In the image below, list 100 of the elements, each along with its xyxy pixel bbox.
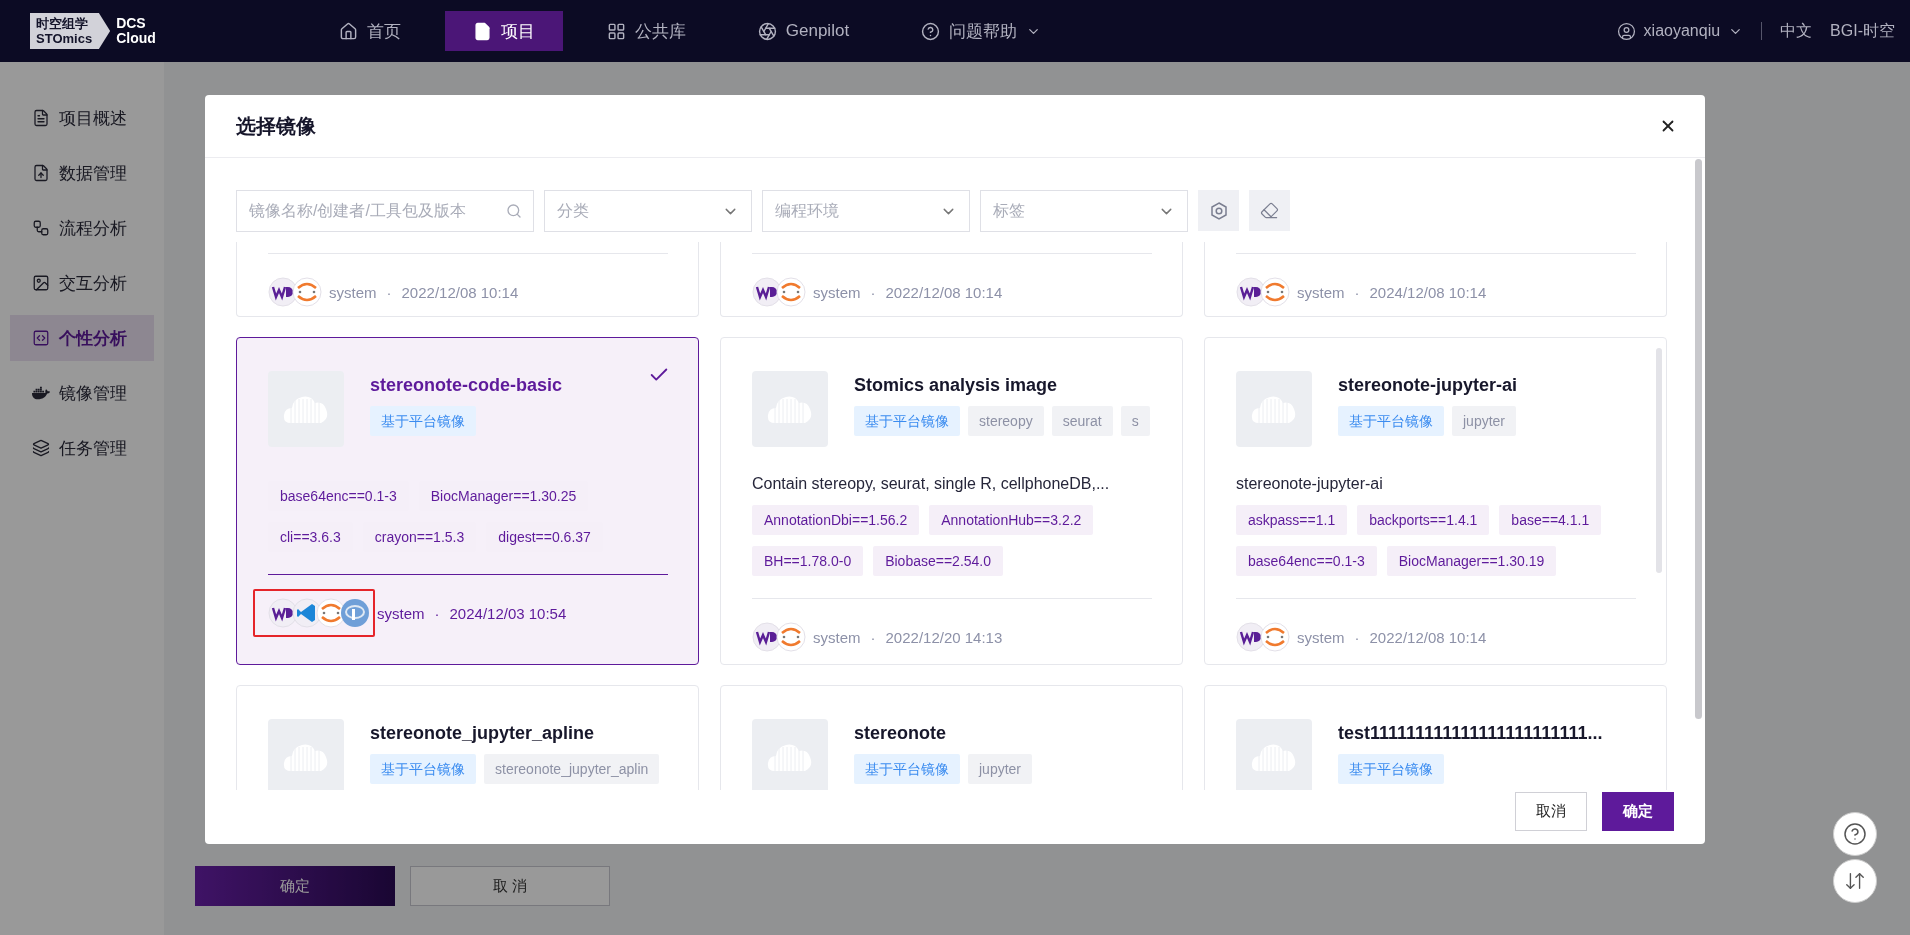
clear-button[interactable] xyxy=(1249,190,1290,231)
eraser-icon xyxy=(1260,201,1279,220)
jupyter-logo-icon xyxy=(316,598,346,628)
sidebar-item[interactable]: 个性分析 xyxy=(10,315,154,361)
help-icon xyxy=(1843,822,1867,846)
image-description: stereonote-jupyter-ai xyxy=(1236,475,1384,493)
tag: 基于平台镜像 xyxy=(370,406,476,436)
hexagon-icon xyxy=(1208,200,1229,221)
author-name: system xyxy=(1297,628,1345,646)
image-title: test111111111111111111111111... xyxy=(1338,723,1604,744)
author-name: system xyxy=(813,283,861,301)
image-title: Stomics analysis image xyxy=(854,375,1059,396)
image-description: Contain stereopy, seurat, single R, cellphoneDB,... xyxy=(752,475,1111,493)
separator-dot: · xyxy=(870,283,876,301)
package-tag: Biobase==2.54.0 xyxy=(873,546,1004,576)
brand-logo[interactable]: 时空组学 STOmics xyxy=(30,13,111,49)
date-text: 2024/12/03 10:54 xyxy=(449,604,567,622)
package-tag: AnnotationHub==3.2.2 xyxy=(929,505,1094,535)
separator-dot: · xyxy=(1354,283,1360,301)
workflow-icon xyxy=(32,219,50,237)
sidebar-item[interactable]: 项目概述 xyxy=(10,95,154,141)
settings-button[interactable] xyxy=(1198,190,1239,231)
package-tag: BH==1.78.0-0 xyxy=(752,546,864,576)
document-icon xyxy=(32,109,50,127)
sidebar-item[interactable]: 任务管理 xyxy=(10,425,154,471)
cancel-button[interactable]: 取 消 xyxy=(410,866,610,906)
package-tag: askpass==1.1 xyxy=(1236,505,1348,535)
package-tag: AnnotationDbi==1.56.2 xyxy=(752,505,920,535)
grid-icon xyxy=(606,21,626,41)
package-tag: base64enc==0.1-3 xyxy=(1236,546,1377,576)
cancel-button[interactable]: 取消 xyxy=(1515,792,1587,831)
jupyter-logo-icon xyxy=(1260,622,1290,652)
image-title: stereonote-code-basic xyxy=(370,375,564,396)
tag: 基于平台镜像 xyxy=(854,754,960,784)
aperture-icon xyxy=(757,21,777,41)
product-name: DCS Cloud xyxy=(116,16,156,46)
search-icon xyxy=(506,203,522,219)
confirm-button[interactable]: 确定 xyxy=(1602,792,1674,831)
author-name: system xyxy=(377,604,425,622)
package-tag: backports==1.4.1 xyxy=(1357,505,1490,535)
help-icon xyxy=(921,21,941,41)
file-icon xyxy=(472,21,492,41)
image-card[interactable]: stereonote-jupyter-ai 基于平台镜像 jupyter stereonote-jupyter-ai askpass==1.1 backports==1.4.1 base==4.1.1 base64enc==0.1-3 BiocManager==1.30.19 system · 2022/12/08 10:14 xyxy=(1204,337,1667,665)
organization-name[interactable]: BGI-时空 xyxy=(1830,20,1895,42)
sidebar-item[interactable]: 流程分析 xyxy=(10,205,154,251)
tag: 基于平台镜像 xyxy=(370,754,476,784)
tag: 基于平台镜像 xyxy=(1338,406,1444,436)
image-card[interactable]: stereonote 基于平台镜像 jupyter xyxy=(720,685,1183,790)
sidebar-item[interactable]: 交互分析 xyxy=(10,260,154,306)
layers-icon xyxy=(32,439,50,457)
tag: seurat xyxy=(1051,406,1113,436)
jupyter-logo-icon xyxy=(776,277,806,307)
sidebar-item[interactable]: 数据管理 xyxy=(10,150,154,196)
confirm-button[interactable]: 确定 xyxy=(195,866,395,906)
image-card[interactable]: stereonote-code-basic 基于平台镜像 base64enc==0.1-3 BiocManager==1.30.25 cli==3.6.3 crayon==1.5.3 digest==0.6.37 system · 2024/12/03 10:54 xyxy=(236,337,699,665)
image-card[interactable]: stereonote_jupyter_apline 基于平台镜像 stereonote_jupyter_aplin xyxy=(236,685,699,790)
image-icon xyxy=(32,274,50,292)
nav-item[interactable]: 项目 xyxy=(444,11,563,51)
jupyter-logo-icon xyxy=(776,622,806,652)
tag: stereopy xyxy=(968,406,1044,436)
home-icon xyxy=(338,21,358,41)
image-card[interactable]: test111111111111111111111111... 基于平台镜像 xyxy=(1204,685,1667,790)
tag: 基于平台镜像 xyxy=(1338,754,1444,784)
nav-item[interactable]: 公共库 xyxy=(578,11,714,51)
separator-dot: · xyxy=(434,604,440,622)
tag: 基于平台镜像 xyxy=(854,406,960,436)
nav-item[interactable]: Genpilot xyxy=(729,11,878,51)
arrows-icon xyxy=(1844,870,1866,892)
image-title: stereonote-jupyter-ai xyxy=(1338,375,1519,396)
image-card[interactable]: Stomics analysis image 基于平台镜像 stereopy seurat s Contain stereopy, seurat, single R, cellphoneDB,... AnnotationDbi==1.56.2 AnnotationHub==3.2.2 BH==1.78.0-0 Biobase==2.54.0 system · 2022/12/20 14:13 xyxy=(720,337,1183,665)
date-text: 2022/12/08 10:14 xyxy=(1369,628,1487,646)
nav-item[interactable]: 首页 xyxy=(310,11,429,51)
user-menu[interactable]: xiaoyanqiu xyxy=(1616,21,1744,41)
tag: s xyxy=(1120,406,1150,436)
author-name: system xyxy=(329,283,377,301)
language-label[interactable]: 中文 xyxy=(1780,20,1813,42)
package-tag: BiocManager==1.30.19 xyxy=(1386,546,1557,576)
separator-dot: · xyxy=(386,283,392,301)
author-name: system xyxy=(813,628,861,646)
author-name: system xyxy=(1297,283,1345,301)
date-text: 2022/12/20 14:13 xyxy=(885,628,1003,646)
nav-item[interactable]: 问题帮助 xyxy=(893,11,1070,51)
sidebar-item[interactable]: 镜像管理 xyxy=(10,370,154,416)
separator-dot: · xyxy=(1354,628,1360,646)
separator-dot: · xyxy=(870,628,876,646)
date-text: 2022/12/08 10:14 xyxy=(885,283,1003,301)
code-icon xyxy=(32,329,50,347)
jupyter-logo-icon xyxy=(292,277,322,307)
scrollbar[interactable] xyxy=(1695,159,1702,719)
date-text: 2022/12/08 10:14 xyxy=(401,283,519,301)
package-tag: base==4.1.1 xyxy=(1499,505,1602,535)
dialog-title: 选择镜像 xyxy=(236,113,316,139)
user-icon xyxy=(1616,21,1636,41)
whale-icon xyxy=(32,384,50,402)
tag: jupyter xyxy=(968,754,1033,784)
file-upload-icon xyxy=(32,164,50,182)
image-title: stereonote xyxy=(854,723,948,744)
jupyter-logo-icon xyxy=(1260,277,1290,307)
search-field[interactable]: 镜像名称/创建者/工具包及版本 xyxy=(236,190,534,232)
r-logo-icon xyxy=(340,598,370,628)
